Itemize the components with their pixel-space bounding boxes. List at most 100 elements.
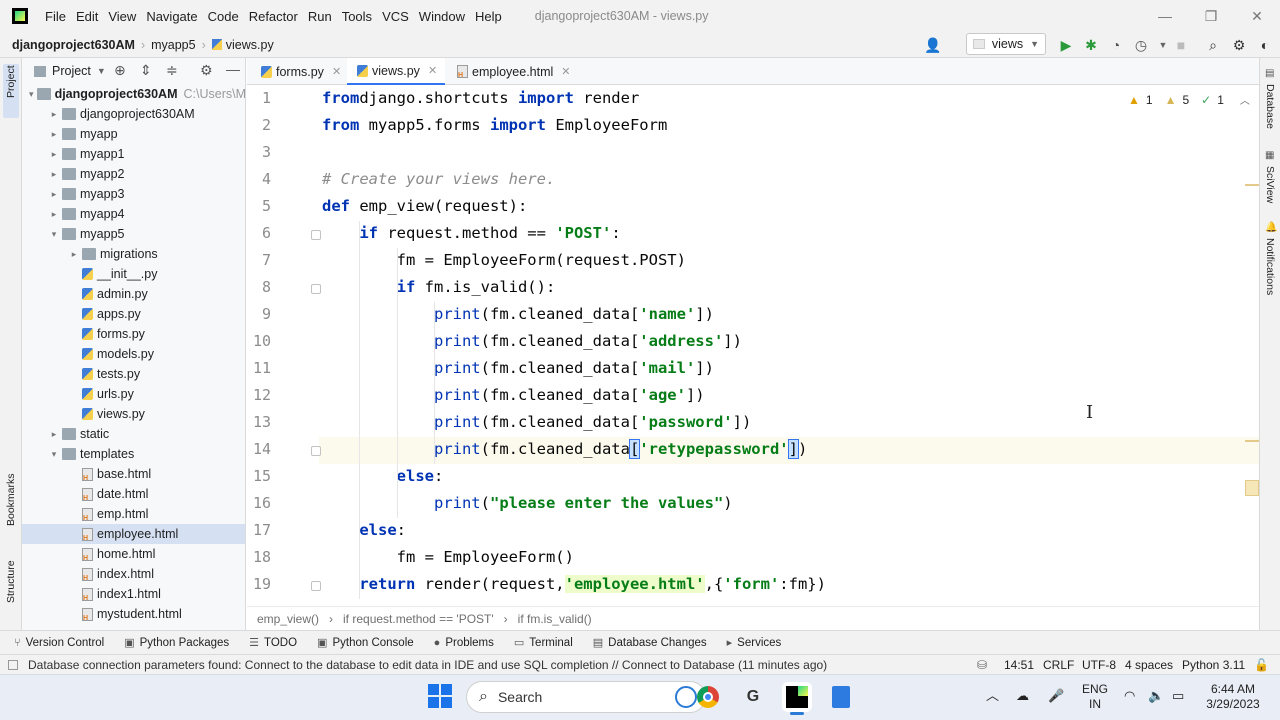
menu-view[interactable]: View xyxy=(103,9,141,24)
chevron-up-icon[interactable]: ︿ xyxy=(986,688,999,703)
tool-window-services[interactable]: ▸ Services xyxy=(727,636,782,650)
status-message[interactable]: Database connection parameters found: Co… xyxy=(28,658,827,672)
debug-icon[interactable]: ✱ xyxy=(1082,36,1100,54)
menu-run[interactable]: Run xyxy=(303,9,337,24)
tree-file[interactable]: index.html xyxy=(22,564,245,584)
collapsed-arrow-icon[interactable]: ▸ xyxy=(48,429,60,440)
close-tab-icon[interactable]: ✕ xyxy=(561,65,570,78)
tree-folder[interactable]: ▾ djangoproject630AM C:\Users\M xyxy=(22,84,245,104)
tab-forms-py[interactable]: forms.py ✕ xyxy=(251,58,349,85)
nav-project[interactable]: djangoproject630AM xyxy=(12,38,135,52)
tree-file[interactable]: urls.py xyxy=(22,384,245,404)
collapsed-arrow-icon[interactable]: ▸ xyxy=(48,189,60,200)
tree-folder[interactable]: ▸ myapp3 xyxy=(22,184,245,204)
minimize-icon[interactable]: — xyxy=(1142,0,1188,32)
windows-start-icon[interactable] xyxy=(428,684,452,708)
settings-icon[interactable]: ⚙ xyxy=(1230,36,1248,54)
cloud-icon[interactable]: ☁ xyxy=(1016,688,1029,703)
tree-folder[interactable]: ▸ myapp1 xyxy=(22,144,245,164)
notepad-icon[interactable] xyxy=(826,682,856,712)
taskbar-search[interactable]: ⌕ Search xyxy=(466,681,706,713)
menu-tools[interactable]: Tools xyxy=(337,9,377,24)
tree-folder[interactable]: ▸ migrations xyxy=(22,244,245,264)
menu-window[interactable]: Window xyxy=(414,9,470,24)
close-tab-icon[interactable]: ✕ xyxy=(428,64,437,77)
menu-refactor[interactable]: Refactor xyxy=(244,9,303,24)
user-icon[interactable]: 👤 xyxy=(924,36,942,54)
cursor-position[interactable]: 14:51 xyxy=(1004,658,1034,672)
google-icon[interactable]: G xyxy=(738,682,768,712)
tree-folder[interactable]: ▾ templates xyxy=(22,444,245,464)
coverage-icon[interactable]: ◔ xyxy=(1107,36,1125,54)
fold-marker-icon[interactable] xyxy=(311,284,321,294)
indent-setting[interactable]: 4 spaces xyxy=(1125,658,1173,672)
expanded-arrow-icon[interactable]: ▾ xyxy=(48,449,60,460)
wifi-icon[interactable]: ◠ xyxy=(1124,688,1135,703)
tree-folder[interactable]: ▸ myapp4 xyxy=(22,204,245,224)
run-config-select[interactable]: views ▼ xyxy=(966,33,1046,55)
inspection-widget[interactable]: ▲1 ▲5 ✓1 ︿ ﹀ xyxy=(1128,92,1272,108)
tool-window-problems[interactable]: ● Problems xyxy=(434,637,494,649)
tree-folder[interactable]: ▸ djangoproject630AM xyxy=(22,104,245,124)
prev-highlight-icon[interactable]: ︿ xyxy=(1240,92,1250,107)
breadcrumb-item[interactable]: if request.method == 'POST' xyxy=(343,612,494,626)
tool-window-python-console[interactable]: ▣ Python Console xyxy=(317,636,414,650)
collapsed-arrow-icon[interactable]: ▸ xyxy=(68,249,80,260)
tree-file[interactable]: models.py xyxy=(22,344,245,364)
line-separator[interactable]: CRLF xyxy=(1043,658,1074,672)
collapsed-arrow-icon[interactable]: ▸ xyxy=(48,149,60,160)
tree-file[interactable]: admin.py xyxy=(22,284,245,304)
tree-file[interactable]: tests.py xyxy=(22,364,245,384)
notifications-strip-label[interactable]: Notifications xyxy=(1264,238,1276,295)
tree-file[interactable]: index1.html xyxy=(22,584,245,604)
menu-edit[interactable]: Edit xyxy=(71,9,103,24)
run-icon[interactable]: ▶ xyxy=(1057,36,1075,54)
tool-window-terminal[interactable]: ▭ Terminal xyxy=(514,636,573,650)
project-panel-title[interactable]: Project xyxy=(52,64,91,78)
menu-file[interactable]: File xyxy=(40,9,71,24)
volume-icon[interactable]: 🔈 xyxy=(1148,688,1164,703)
fold-marker-icon[interactable] xyxy=(311,230,321,240)
tree-folder[interactable]: ▾ myapp5 xyxy=(22,224,245,244)
database-strip-label[interactable]: Database xyxy=(1264,84,1276,129)
tree-file[interactable]: __init__.py xyxy=(22,264,245,284)
tree-file[interactable]: mystudent.html xyxy=(22,604,245,624)
pycharm-taskbar-icon[interactable] xyxy=(782,682,812,712)
bookmarks-strip-label[interactable]: Bookmarks xyxy=(5,473,17,526)
lock-icon[interactable]: 🔓 xyxy=(1254,658,1269,672)
nav-folder[interactable]: myapp5 xyxy=(151,38,195,52)
search-icon[interactable]: ⌕ xyxy=(1204,36,1222,54)
tree-file[interactable]: apps.py xyxy=(22,304,245,324)
locate-icon[interactable]: ⊕ xyxy=(114,62,126,79)
collapse-all-icon[interactable]: ≑ xyxy=(166,62,178,79)
fold-marker-icon[interactable] xyxy=(311,446,321,456)
close-tab-icon[interactable]: ✕ xyxy=(332,65,341,78)
clock[interactable]: 6:44 AM 3/29/2023 xyxy=(1198,682,1268,712)
sciview-strip-label[interactable]: SciView xyxy=(1264,166,1276,203)
tree-file[interactable]: forms.py xyxy=(22,324,245,344)
expand-all-icon[interactable]: ⇕ xyxy=(140,62,152,79)
menu-navigate[interactable]: Navigate xyxy=(141,9,202,24)
tool-window-todo[interactable]: ☰ TODO xyxy=(249,636,297,650)
expanded-arrow-icon[interactable]: ▾ xyxy=(48,229,60,240)
chevron-down-icon[interactable]: ▼ xyxy=(97,66,106,76)
tab-views-py[interactable]: views.py ✕ xyxy=(347,58,446,85)
breadcrumb-item[interactable]: if fm.is_valid() xyxy=(518,612,592,626)
menu-vcs[interactable]: VCS xyxy=(377,9,414,24)
tool-window-database-changes[interactable]: ▤ Database Changes xyxy=(593,636,707,650)
jetbrains-icon[interactable]: ◐ xyxy=(1256,36,1274,54)
restore-icon[interactable]: ❐ xyxy=(1188,0,1234,32)
nav-file[interactable]: views.py xyxy=(226,38,274,52)
close-icon[interactable]: ✕ xyxy=(1234,0,1280,32)
python-interpreter[interactable]: Python 3.11 xyxy=(1182,658,1245,672)
profile-icon[interactable]: ◷ xyxy=(1132,36,1150,54)
tree-file[interactable]: base.html xyxy=(22,464,245,484)
hide-panel-icon[interactable]: — xyxy=(226,61,240,77)
structure-strip-label[interactable]: Structure xyxy=(5,560,17,603)
tree-file[interactable]: date.html xyxy=(22,484,245,504)
notifications-icon[interactable]: 🔔 xyxy=(1265,222,1277,233)
menu-help[interactable]: Help xyxy=(470,9,507,24)
tree-folder[interactable]: ▸ myapp xyxy=(22,124,245,144)
stop-icon[interactable]: ■ xyxy=(1172,36,1190,54)
scrollbar-thumb[interactable] xyxy=(1245,480,1259,496)
